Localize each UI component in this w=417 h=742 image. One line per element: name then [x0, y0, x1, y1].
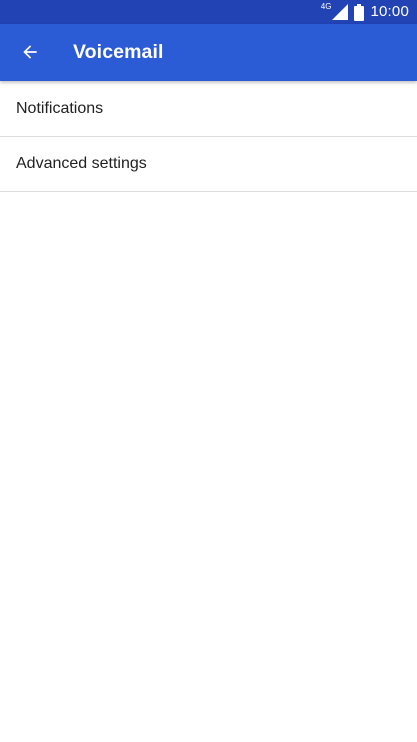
app-bar: Voicemail [0, 24, 417, 81]
status-bar: 4G 10:00 [0, 0, 417, 24]
advanced-settings-label: Advanced settings [16, 155, 147, 172]
arrow-left-icon [23, 45, 37, 59]
settings-list: Notifications Advanced settings [0, 81, 417, 192]
battery-icon [354, 3, 365, 21]
status-clock: 10:00 [370, 3, 409, 20]
signal-icon [332, 4, 349, 20]
status-icons: 4G 10:00 [321, 0, 409, 24]
notifications-label: Notifications [16, 99, 104, 117]
advanced-settings-item[interactable]: Advanced settings [0, 137, 417, 192]
notifications-item[interactable]: Notifications [0, 81, 417, 137]
voicemail-settings-screen: 4G 10:00 Voicemail Notifications Advance… [0, 0, 417, 742]
page-title: Voicemail [73, 41, 164, 63]
network-type-label: 4G [320, 2, 332, 11]
back-button[interactable] [12, 34, 48, 70]
